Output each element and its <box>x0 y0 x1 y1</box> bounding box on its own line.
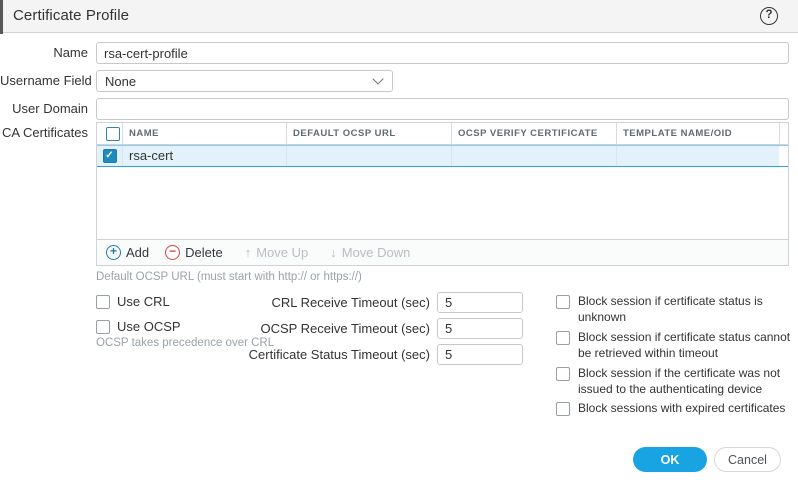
cell-name: rsa-cert <box>122 146 286 166</box>
crl-receive-timeout-label: CRL Receive Timeout (sec) <box>271 295 430 310</box>
ca-certificates-table: NAME DEFAULT OCSP URL OCSP VERIFY CERTIF… <box>96 122 789 266</box>
name-label: Name <box>53 45 88 60</box>
user-domain-input[interactable] <box>96 98 789 120</box>
delete-button[interactable]: − Delete <box>165 245 223 260</box>
use-ocsp-label: Use OCSP <box>117 319 181 334</box>
block-status-timeout-checkbox[interactable] <box>556 331 570 345</box>
move-up-label: Move Up <box>256 245 309 260</box>
cell-default-ocsp-url <box>286 146 451 166</box>
move-down-label: Move Down <box>341 245 411 260</box>
block-expired-label: Block sessions with expired certificates <box>578 401 786 415</box>
block-expired-checkbox[interactable] <box>556 402 570 416</box>
use-ocsp-checkbox[interactable] <box>96 319 110 334</box>
username-field-value: None <box>105 73 137 89</box>
certificate-status-timeout-input[interactable] <box>437 344 523 365</box>
dialog-titlebar: Certificate Profile ? <box>0 0 798 34</box>
block-status-timeout-option: Block session if certificate status cann… <box>556 330 793 362</box>
delete-label: Delete <box>185 245 223 260</box>
user-domain-label: User Domain <box>12 101 88 116</box>
add-icon: + <box>106 245 121 260</box>
chevron-down-icon <box>372 73 384 85</box>
use-ocsp-option: Use OCSP <box>96 319 181 334</box>
ca-certificates-label: CA Certificates <box>2 125 88 140</box>
select-all-cell <box>97 123 122 144</box>
block-not-issued-checkbox[interactable] <box>556 367 570 381</box>
select-all-checkbox[interactable] <box>105 126 120 141</box>
column-header-template-name-oid[interactable]: TEMPLATE NAME/OID <box>616 123 779 144</box>
move-up-button[interactable]: ↑ Move Up <box>245 245 309 260</box>
ocsp-receive-timeout-label: OCSP Receive Timeout (sec) <box>260 321 430 336</box>
table-header-row: NAME DEFAULT OCSP URL OCSP VERIFY CERTIF… <box>97 123 788 145</box>
cell-ocsp-verify-certificate <box>451 146 616 166</box>
delete-icon: − <box>165 245 181 260</box>
cell-template-name-oid <box>616 146 779 166</box>
arrow-up-icon: ↑ <box>244 245 252 260</box>
row-checkbox-cell: ✓ <box>97 146 122 166</box>
move-down-button[interactable]: ↓ Move Down <box>330 245 410 260</box>
table-row[interactable]: ✓ rsa-cert <box>97 145 788 167</box>
default-ocsp-url-note: Default OCSP URL (must start with http:/… <box>96 271 362 283</box>
use-crl-checkbox[interactable] <box>96 294 110 309</box>
certificate-profile-dialog: Certificate Profile ? Name Username Fiel… <box>0 0 798 485</box>
window-edge <box>0 0 3 34</box>
column-header-default-ocsp-url[interactable]: DEFAULT OCSP URL <box>286 123 451 144</box>
username-field-label: Username Field <box>0 73 92 88</box>
scrollbar-gutter <box>779 123 788 144</box>
row-checkbox[interactable]: ✓ <box>102 149 117 163</box>
block-not-issued-option: Block session if the certificate was not… <box>556 366 793 398</box>
use-crl-label: Use CRL <box>117 294 170 309</box>
name-input[interactable] <box>96 42 789 64</box>
add-button[interactable]: + Add <box>106 245 149 260</box>
table-toolbar: + Add − Delete ↑ Move Up ↓ Move Down <box>97 239 788 265</box>
column-header-ocsp-verify-certificate[interactable]: OCSP VERIFY CERTIFICATE <box>451 123 616 144</box>
block-status-unknown-label: Block session if certificate status is u… <box>578 294 763 324</box>
block-status-timeout-label: Block session if certificate status cann… <box>578 330 791 360</box>
use-crl-option: Use CRL <box>96 294 170 309</box>
block-not-issued-label: Block session if the certificate was not… <box>578 366 781 396</box>
cancel-button[interactable]: Cancel <box>714 447 781 472</box>
page-title: Certificate Profile <box>13 7 130 24</box>
crl-receive-timeout-input[interactable] <box>437 292 523 313</box>
block-expired-option: Block sessions with expired certificates <box>556 401 793 417</box>
help-icon[interactable]: ? <box>760 7 778 25</box>
table-body-empty <box>97 167 788 237</box>
ok-button[interactable]: OK <box>633 447 707 472</box>
add-label: Add <box>126 245 150 260</box>
scrollbar-gutter <box>779 146 788 166</box>
column-header-name[interactable]: NAME <box>122 123 286 144</box>
block-status-unknown-option: Block session if certificate status is u… <box>556 294 793 326</box>
arrow-down-icon: ↓ <box>330 245 337 260</box>
certificate-status-timeout-label: Certificate Status Timeout (sec) <box>248 347 430 362</box>
username-field-select[interactable]: None <box>96 70 393 92</box>
ocsp-receive-timeout-input[interactable] <box>437 318 523 339</box>
check-icon: ✓ <box>105 150 114 161</box>
block-status-unknown-checkbox[interactable] <box>556 295 570 309</box>
